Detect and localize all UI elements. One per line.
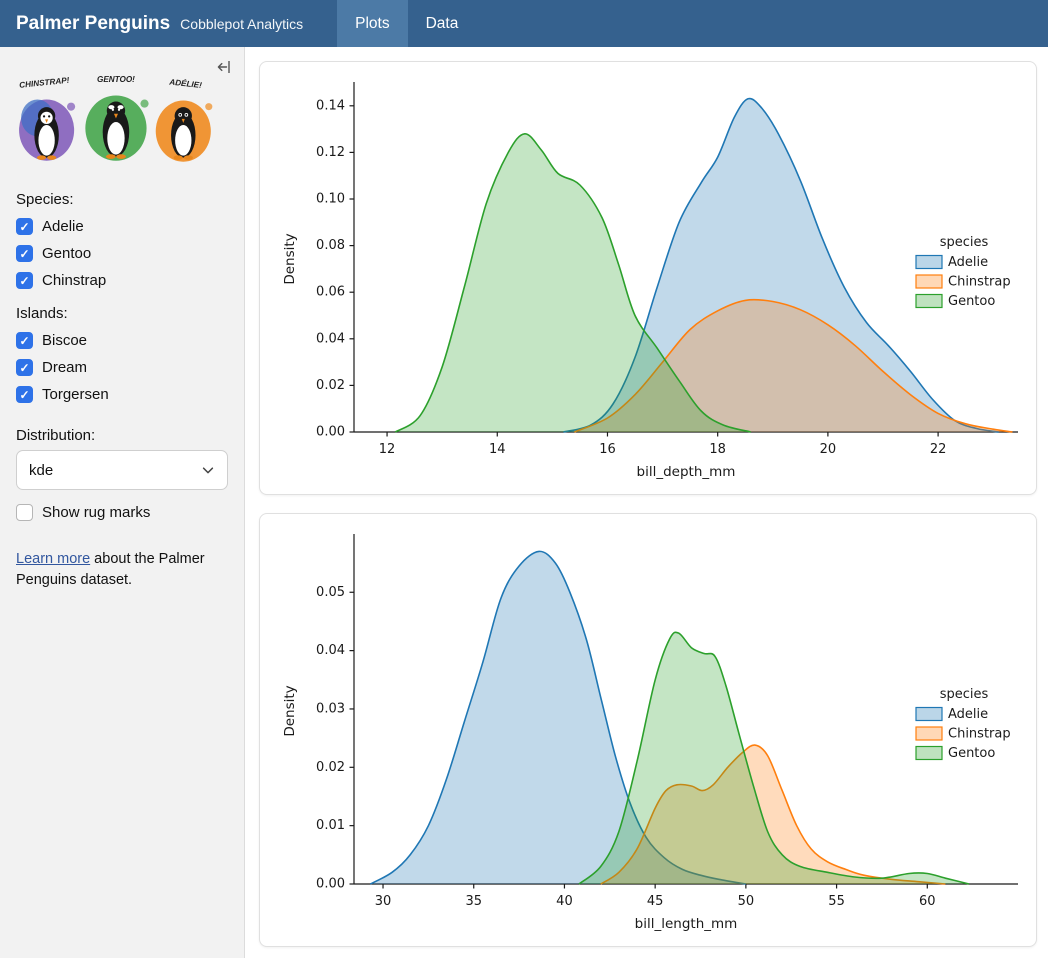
y-axis-label: Density — [282, 233, 298, 284]
island-checkbox-dream[interactable]: Dream — [16, 359, 228, 376]
svg-text:0.05: 0.05 — [316, 585, 345, 600]
species-section-label: Species: — [16, 191, 228, 208]
artwork-label-gentoo: GENTOO! — [97, 75, 135, 84]
checkbox-icon — [16, 504, 33, 521]
legend-title: species — [940, 235, 989, 250]
legend-patch-gentoo — [916, 747, 942, 760]
artwork-label-adelie: ADÉLIE! — [168, 76, 203, 89]
svg-text:14: 14 — [489, 442, 506, 457]
legend-label-gentoo: Gentoo — [948, 294, 995, 309]
island-checkbox-biscoe[interactable]: Biscoe — [16, 332, 228, 349]
checkbox-label: Gentoo — [42, 245, 91, 262]
svg-text:45: 45 — [647, 894, 664, 909]
app-brand: Palmer Penguins Cobblepot Analytics — [0, 13, 319, 35]
tab-plots[interactable]: Plots — [337, 0, 407, 47]
species-checkbox-adelie[interactable]: Adelie — [16, 218, 228, 235]
chevron-down-icon — [201, 463, 215, 477]
species-checkbox-gentoo[interactable]: Gentoo — [16, 245, 228, 262]
learn-more-text: Learn more about the Palmer Penguins dat… — [16, 549, 228, 591]
tab-data[interactable]: Data — [408, 0, 477, 47]
svg-text:12: 12 — [379, 442, 396, 457]
x-axis-label: bill_depth_mm — [637, 464, 736, 480]
svg-text:0.04: 0.04 — [316, 643, 345, 658]
checkbox-label: Chinstrap — [42, 272, 106, 289]
navbar: Palmer Penguins Cobblepot Analytics Plot… — [0, 0, 1048, 47]
learn-more-link[interactable]: Learn more — [16, 551, 90, 567]
svg-text:0.14: 0.14 — [316, 98, 345, 113]
svg-text:0.04: 0.04 — [316, 331, 345, 346]
checkbox-icon — [16, 218, 33, 235]
x-axis-label: bill_length_mm — [635, 916, 738, 932]
svg-text:0.08: 0.08 — [316, 238, 345, 253]
legend-label-chinstrap: Chinstrap — [948, 727, 1011, 742]
island-checkbox-torgersen[interactable]: Torgersen — [16, 386, 228, 403]
sidebar-collapse-button[interactable] — [214, 57, 234, 77]
checkbox-label: Torgersen — [42, 386, 109, 403]
sidebar: CHINSTRAP! GENTOO! ADÉLIE! — [0, 47, 245, 958]
legend-patch-adelie — [916, 256, 942, 269]
legend-patch-adelie — [916, 708, 942, 721]
svg-text:40: 40 — [556, 894, 573, 909]
nav-tabs: Plots Data — [337, 0, 476, 47]
legend-label-adelie: Adelie — [948, 707, 988, 722]
bill-depth-card: 12 14 16 18 20 22 0.00 0.02 0.04 0.06 0.08 0.10 0.12… — [259, 61, 1037, 495]
artwork-label-chinstrap: CHINSTRAP! — [19, 76, 70, 90]
islands-section-label: Islands: — [16, 305, 228, 322]
checkbox-label: Biscoe — [42, 332, 87, 349]
svg-text:16: 16 — [599, 442, 616, 457]
bill-depth-density-plot: 12 14 16 18 20 22 0.00 0.02 0.04 0.06 0.08 0.10 0.12… — [268, 70, 1028, 486]
checkbox-icon — [16, 245, 33, 262]
checkbox-icon — [16, 272, 33, 289]
checkbox-icon — [16, 386, 33, 403]
checkbox-label: Adelie — [42, 218, 84, 235]
svg-text:0.03: 0.03 — [316, 701, 345, 716]
svg-text:0.02: 0.02 — [316, 378, 345, 393]
svg-text:0.10: 0.10 — [316, 192, 345, 207]
svg-text:55: 55 — [828, 894, 845, 909]
legend-label-gentoo: Gentoo — [948, 746, 995, 761]
svg-text:60: 60 — [919, 894, 936, 909]
svg-text:20: 20 — [820, 442, 837, 457]
checkbox-label: Dream — [42, 359, 87, 376]
svg-text:0.00: 0.00 — [316, 877, 345, 892]
svg-text:30: 30 — [375, 894, 392, 909]
legend-patch-gentoo — [916, 295, 942, 308]
bill-length-density-plot: 30 35 40 45 50 55 60 0.00 0.01 0.02 0.03 0.04 0.05 bi… — [268, 522, 1028, 938]
svg-text:22: 22 — [930, 442, 947, 457]
app-title: Palmer Penguins — [16, 13, 170, 35]
distribution-select[interactable]: kde — [16, 450, 228, 490]
app-body: CHINSTRAP! GENTOO! ADÉLIE! — [0, 47, 1048, 958]
svg-text:35: 35 — [465, 894, 482, 909]
svg-text:50: 50 — [738, 894, 755, 909]
svg-text:0.12: 0.12 — [316, 145, 345, 160]
legend-label-adelie: Adelie — [948, 255, 988, 270]
penguins-artwork: CHINSTRAP! GENTOO! ADÉLIE! — [16, 73, 220, 175]
y-axis-label: Density — [282, 685, 298, 736]
legend-title: species — [940, 687, 989, 702]
legend-patch-chinstrap — [916, 275, 942, 288]
checkbox-icon — [16, 332, 33, 349]
distribution-section-label: Distribution: — [16, 427, 228, 444]
app-subtitle: Cobblepot Analytics — [180, 16, 303, 32]
main-content: 12 14 16 18 20 22 0.00 0.02 0.04 0.06 0.08 0.10 0.12… — [245, 47, 1048, 958]
bill-length-card: 30 35 40 45 50 55 60 0.00 0.01 0.02 0.03 0.04 0.05 bi… — [259, 513, 1037, 947]
distribution-select-value: kde — [29, 462, 53, 479]
svg-text:0.00: 0.00 — [316, 425, 345, 440]
legend-label-chinstrap: Chinstrap — [948, 275, 1011, 290]
checkbox-label: Show rug marks — [42, 504, 150, 521]
collapse-left-icon — [216, 59, 232, 75]
svg-text:0.01: 0.01 — [316, 818, 345, 833]
species-checkbox-chinstrap[interactable]: Chinstrap — [16, 272, 228, 289]
svg-text:18: 18 — [709, 442, 726, 457]
svg-text:0.02: 0.02 — [316, 760, 345, 775]
legend-patch-chinstrap — [916, 727, 942, 740]
checkbox-icon — [16, 359, 33, 376]
svg-text:0.06: 0.06 — [316, 285, 345, 300]
rug-marks-checkbox[interactable]: Show rug marks — [16, 504, 228, 521]
